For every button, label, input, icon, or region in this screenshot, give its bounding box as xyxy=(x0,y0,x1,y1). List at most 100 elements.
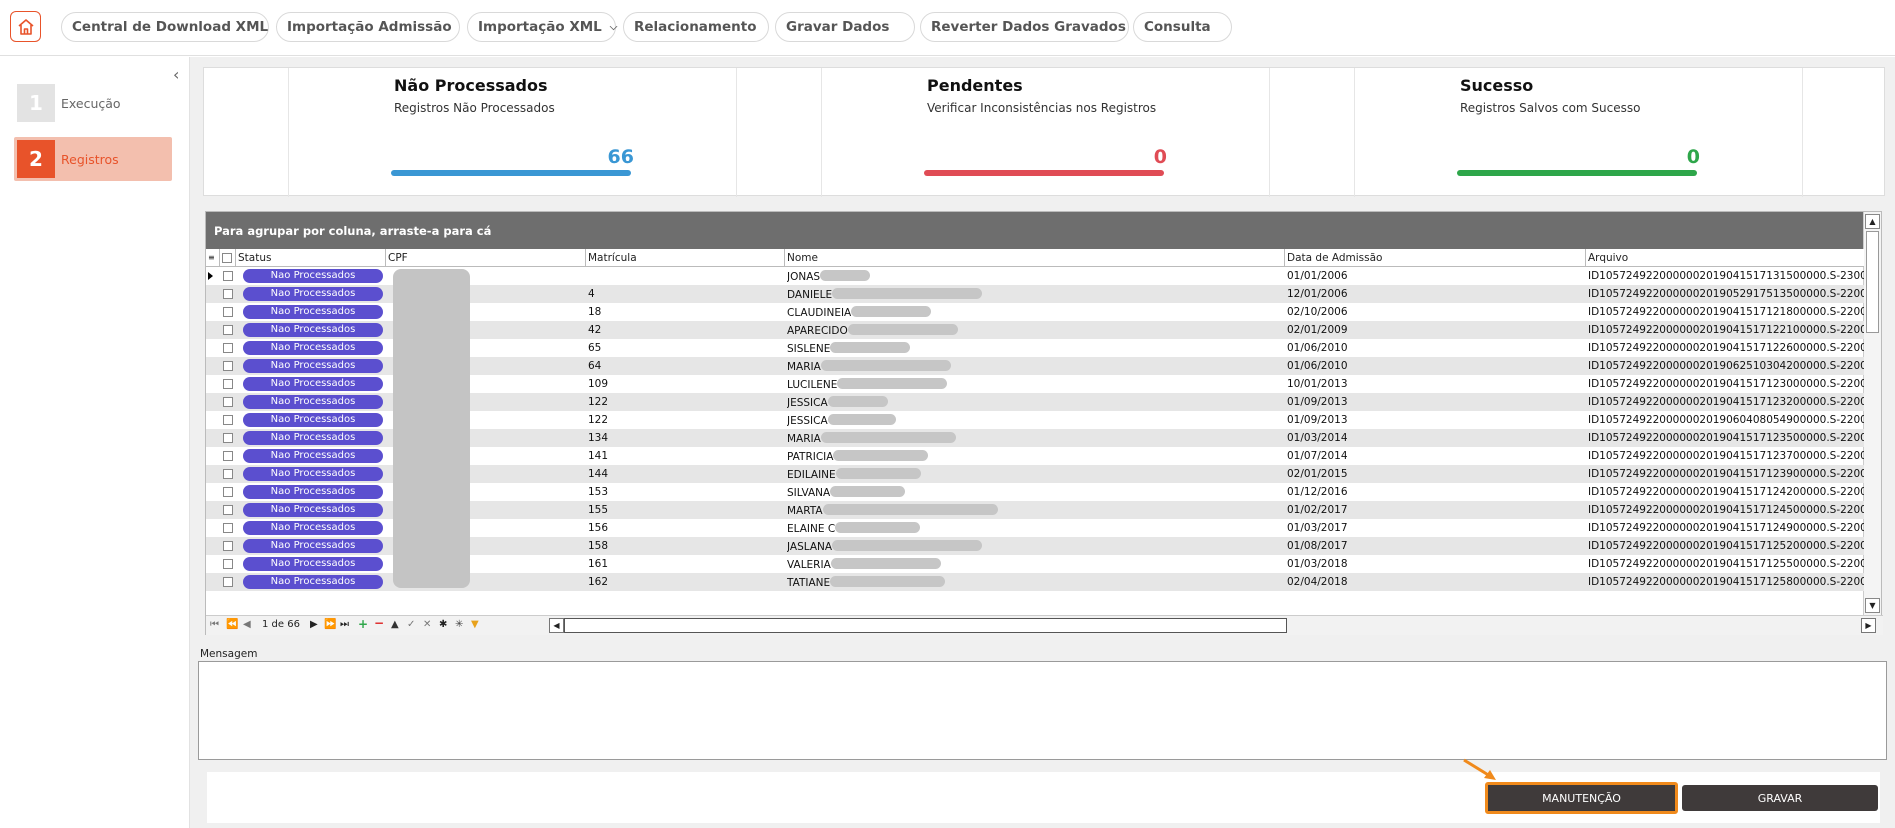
nav-item[interactable]: Relacionamento xyxy=(623,12,769,42)
prev-record-icon[interactable]: ◀ xyxy=(243,619,251,630)
status-badge: Nao Processados xyxy=(243,449,383,463)
cell-matricula-text: 122 xyxy=(588,414,609,426)
row-checkbox[interactable] xyxy=(223,451,233,461)
cell-matricula-text: 65 xyxy=(588,342,602,354)
bookmark-icon[interactable]: ✳ xyxy=(455,619,463,630)
status-badge: Nao Processados xyxy=(243,413,383,427)
col-matricula[interactable]: Matrícula xyxy=(585,249,784,267)
edit-record-icon[interactable]: ▲ xyxy=(391,619,399,630)
vertical-scrollbar[interactable]: ▲ ▼ xyxy=(1863,212,1881,615)
row-checkbox[interactable] xyxy=(223,469,233,479)
nav-item[interactable]: Consulta xyxy=(1133,12,1232,42)
col-cpf[interactable]: CPF xyxy=(385,249,585,267)
delete-record-icon[interactable]: − xyxy=(374,616,384,630)
wizard-sidebar: ‹ 1 Execução 2 Registros xyxy=(0,57,190,828)
cell-arquivo: ID1057249220000002019041517123900000.S-2… xyxy=(1588,465,1864,483)
cell-nome: MARIA xyxy=(787,429,1282,447)
row-checkbox[interactable] xyxy=(223,505,233,515)
message-box[interactable] xyxy=(198,661,1887,760)
col-arquivo[interactable]: Arquivo xyxy=(1585,249,1864,267)
cell-nome-text: JONAS xyxy=(787,271,821,283)
card-title: Não Processados xyxy=(394,76,548,95)
select-all-checkbox[interactable] xyxy=(219,249,235,267)
first-page-icon[interactable]: ⏮ xyxy=(210,619,219,630)
nav-item[interactable]: Central de Download XML⌵ xyxy=(61,12,284,42)
scroll-right-icon[interactable]: ▶ xyxy=(1861,618,1876,633)
cancel-record-icon[interactable]: ✕ xyxy=(423,619,431,630)
col-nome[interactable]: Nome xyxy=(784,249,1284,267)
cell-nome: CLAUDINEIA xyxy=(787,303,1282,321)
row-checkbox[interactable] xyxy=(223,559,233,569)
card-pendentes: Pendentes Verificar Inconsistências nos … xyxy=(924,68,1227,197)
cell-matricula: 153 xyxy=(588,483,783,501)
cell-nome-text: PATRICIA xyxy=(787,451,834,463)
nav-item[interactable]: Importação XML ⌵ xyxy=(467,12,617,42)
column-chooser-icon[interactable]: ≡ xyxy=(206,249,219,267)
cell-data-admissao: 10/01/2013 xyxy=(1287,375,1583,393)
nav-item[interactable]: Gravar Dados xyxy=(775,12,915,42)
row-checkbox[interactable] xyxy=(223,307,233,317)
refresh-icon[interactable]: ✱ xyxy=(439,619,447,630)
row-checkbox[interactable] xyxy=(223,397,233,407)
gravar-button[interactable]: GRAVAR xyxy=(1682,785,1878,811)
step-registros[interactable]: 2 Registros xyxy=(14,137,172,181)
col-data-admissao[interactable]: Data de Admissão xyxy=(1284,249,1585,267)
col-status[interactable]: Status xyxy=(235,249,385,267)
group-by-panel[interactable]: Para agrupar por coluna, arraste-a para … xyxy=(206,212,1864,249)
cell-data-admissao: 01/08/2017 xyxy=(1287,537,1583,555)
horizontal-scrollbar[interactable]: ◀ ▶ xyxy=(543,617,1880,635)
cell-arquivo: ID1057249220000002019041517123700000.S-2… xyxy=(1588,447,1864,465)
cell-data-admissao-text: 01/06/2010 xyxy=(1287,342,1348,354)
collapse-sidebar-icon[interactable]: ‹ xyxy=(173,65,179,84)
row-checkbox[interactable] xyxy=(223,433,233,443)
nav-item[interactable]: Importação Admissão xyxy=(276,12,460,42)
next-page-icon[interactable]: ⏩ xyxy=(324,619,336,630)
add-record-icon[interactable]: + xyxy=(358,617,368,631)
last-page-icon[interactable]: ⏭ xyxy=(340,619,349,630)
cell-arquivo: ID1057249220000002019041517122100000.S-2… xyxy=(1588,321,1864,339)
row-checkbox[interactable] xyxy=(223,289,233,299)
cell-nome-text: MARIA xyxy=(787,361,821,373)
row-checkbox[interactable] xyxy=(223,487,233,497)
filter-icon[interactable]: ▼ xyxy=(471,619,479,630)
row-checkbox[interactable] xyxy=(223,379,233,389)
row-checkbox[interactable] xyxy=(223,361,233,371)
status-badge: Nao Processados xyxy=(243,359,383,373)
name-redaction xyxy=(830,342,911,353)
next-record-icon[interactable]: ▶ xyxy=(310,619,318,630)
nav-item-label: Central de Download XML xyxy=(72,19,269,35)
row-checkbox[interactable] xyxy=(223,343,233,353)
nav-item[interactable]: Reverter Dados Gravados xyxy=(920,12,1129,42)
cell-arquivo-text: ID1057249220000002019041517121800000.S-2… xyxy=(1588,306,1864,318)
scroll-left-icon[interactable]: ◀ xyxy=(549,618,564,633)
prev-page-icon[interactable]: ⏪ xyxy=(226,619,238,630)
cell-matricula-text: 141 xyxy=(588,450,609,462)
row-checkbox[interactable] xyxy=(223,415,233,425)
row-checkbox[interactable] xyxy=(223,271,233,281)
scroll-thumb[interactable] xyxy=(564,618,1287,633)
cell-arquivo-text: ID1057249220000002019062510304200000.S-2… xyxy=(1588,360,1864,372)
cell-arquivo: ID1057249220000002019041517124500000.S-2… xyxy=(1588,501,1864,519)
home-button[interactable] xyxy=(10,11,41,42)
row-checkbox[interactable] xyxy=(223,577,233,587)
cell-arquivo-text: ID1057249220000002019041517124500000.S-2… xyxy=(1588,504,1864,516)
status-badge: Nao Processados xyxy=(243,575,383,589)
cell-nome: SISLENE xyxy=(787,339,1282,357)
manutencao-button[interactable]: MANUTENÇÃO xyxy=(1485,782,1678,814)
row-checkbox[interactable] xyxy=(223,541,233,551)
pager-text: 1 de 66 xyxy=(262,619,300,630)
scroll-up-icon[interactable]: ▲ xyxy=(1865,214,1880,229)
row-checkbox[interactable] xyxy=(223,325,233,335)
cell-nome-text: SILVANA xyxy=(787,487,831,499)
post-record-icon[interactable]: ✓ xyxy=(407,619,415,630)
step-execucao[interactable]: 1 Execução xyxy=(14,81,172,125)
current-row-indicator-icon xyxy=(208,272,213,280)
row-checkbox[interactable] xyxy=(223,523,233,533)
cell-nome-text: TATIANE xyxy=(787,577,831,589)
cell-nome-text: JESSICA xyxy=(787,397,828,409)
name-redaction xyxy=(832,288,983,299)
cell-matricula: 144 xyxy=(588,465,783,483)
scroll-thumb[interactable] xyxy=(1866,231,1879,333)
cell-arquivo-text: ID1057249220000002019041517131500000.S-2… xyxy=(1588,270,1864,282)
scroll-down-icon[interactable]: ▼ xyxy=(1865,598,1880,613)
